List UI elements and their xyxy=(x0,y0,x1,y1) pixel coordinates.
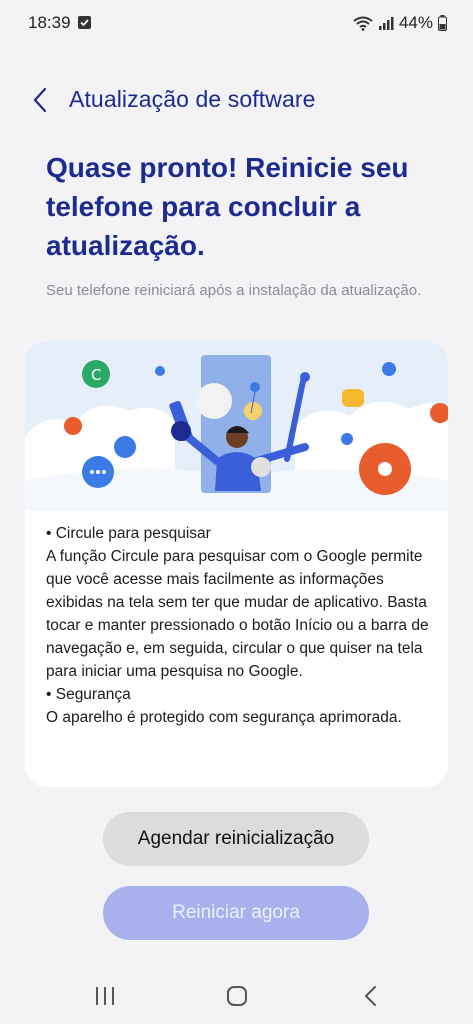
battery-percentage: 44% xyxy=(398,13,433,32)
home-icon[interactable] xyxy=(225,984,249,1008)
note-heading-security: • Segurança xyxy=(46,686,131,703)
signal-icon xyxy=(378,17,394,30)
update-subtext: Seu telefone reiniciará após a instalaçã… xyxy=(46,282,422,299)
update-headline: Quase pronto! Reinicie seu telefone para… xyxy=(46,152,409,261)
svg-text:C: C xyxy=(91,366,101,384)
app-header: Atualização de software xyxy=(0,80,473,120)
status-icons: 44% xyxy=(353,12,447,34)
notification-check-icon xyxy=(78,16,91,29)
back-button[interactable] xyxy=(22,82,58,118)
status-time: 18:39 xyxy=(28,13,71,32)
page-title: Atualização de software xyxy=(69,86,316,112)
restart-now-button[interactable]: Reiniciar agora xyxy=(103,886,369,940)
update-illustration: C xyxy=(25,341,448,511)
release-notes: • Circule para pesquisar A função Circul… xyxy=(46,522,431,729)
note-heading-circle-to-search: • Circule para pesquisar xyxy=(46,525,211,542)
note-body-circle-to-search: A função Circule para pesquisar com o Go… xyxy=(46,548,429,680)
schedule-restart-button[interactable]: Agendar reinicialização xyxy=(103,812,369,866)
recents-icon[interactable] xyxy=(92,984,118,1008)
chevron-left-icon xyxy=(33,87,47,113)
note-body-security: O aparelho é protegido com segurança apr… xyxy=(46,709,402,726)
status-bar: 18:39 44% xyxy=(0,0,473,46)
wifi-icon xyxy=(353,16,373,31)
release-notes-card: C • Circule para pesquisar A função Circ… xyxy=(25,341,448,787)
back-icon[interactable] xyxy=(360,984,382,1008)
battery-icon xyxy=(438,15,447,31)
system-navigation-bar xyxy=(0,968,473,1024)
